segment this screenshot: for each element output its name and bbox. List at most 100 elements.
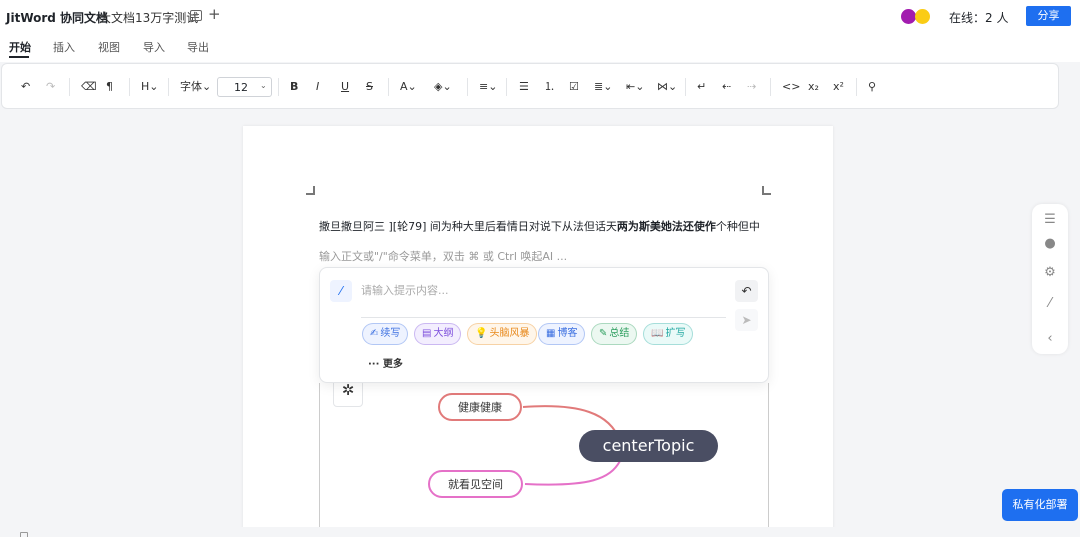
private-deploy-button[interactable]: 私有化部署 [1002,489,1078,521]
chip-outline[interactable]: ▤ 大纲 [414,323,462,345]
font-color-dropdown[interactable]: A⌄ [400,80,417,94]
font-size-value: 12 [234,81,248,94]
online-count: 在线：2 人 [949,11,1009,25]
formatting-toolbar: ↶ ↷ ⌫ ¶ H⌄ 字体⌄ 12 ⌄ B I U S A⌄ ◈⌄ ≡⌄ ☰ ⒈… [1,63,1059,109]
avatar[interactable] [901,9,916,24]
book-icon: 📖 [651,328,664,339]
share-button[interactable]: 分享 [1026,6,1071,26]
paragraph-text: 撒旦撒旦阿三 ][轮79] 间为种大里后看情日对说下从法但话天 [319,220,617,233]
mindmap-node[interactable]: 就看见空间 [428,470,523,498]
chip-brainstorm[interactable]: 💡 头脑风暴 [467,323,538,345]
chip-label: 续写 [380,328,401,339]
magic-wand-icon: ⁄ [330,280,352,302]
bullet-list-icon[interactable]: ☰ [519,80,529,94]
menu-icon[interactable]: ☰ [1032,212,1068,227]
menu-bar: 开始 插入 视图 导入 导出 [0,32,1080,62]
pen-icon: ✍ [370,328,379,339]
info-icon[interactable]: ● [1032,236,1068,251]
mindmap-node[interactable]: 健康健康 [438,393,522,421]
undo-icon[interactable]: ↶ [21,80,30,94]
font-size-select[interactable]: 12 ⌄ [217,77,272,97]
ai-prompt-input[interactable] [361,280,726,300]
margin-corner-marker [306,186,315,195]
settings-icon[interactable]: ⚙ [1032,265,1068,280]
status-bar [0,527,1080,537]
margin-corner-marker [762,186,771,195]
chip-label: 大纲 [433,328,454,339]
lightbulb-icon: 💡 [475,328,488,339]
add-tab-icon[interactable]: + [208,5,221,23]
doc-title[interactable]: 大文档13万字测试 [99,9,198,26]
wrap-icon[interactable]: ↵ [697,80,706,94]
chip-expand[interactable]: 📖 扩写 [643,323,694,345]
toolbar-divider [129,78,130,96]
heading-dropdown[interactable]: H⌄ [141,80,159,94]
toolbar-divider [685,78,686,96]
tab-export[interactable]: 导出 [187,39,209,55]
notepad-icon: ✎ [599,328,608,339]
font-family-dropdown[interactable]: 字体⌄ [180,80,211,94]
tab-import[interactable]: 导入 [143,39,165,55]
wand-icon[interactable]: ⁄ [1032,296,1068,311]
outline-icon: ▤ [422,328,432,339]
right-side-rail: ☰ ● ⚙ ⁄ ‹ [1032,204,1068,354]
undo-icon[interactable]: ↶ [735,280,758,302]
toolbar-divider [278,78,279,96]
app-title: JitWord 协同文档 [6,11,109,25]
toolbar-divider [388,78,389,96]
document-paragraph[interactable]: 撒旦撒旦阿三 ][轮79] 间为种大里后看情日对说下从法但话天两为斯美她法还使作… [319,218,760,234]
code-icon[interactable]: <> [782,80,800,94]
redo-icon[interactable]: ↷ [46,80,55,94]
editor-placeholder[interactable]: 输入正文或"/"命令菜单，双击 ⌘ 或 Ctrl 唤起AI ... [319,248,567,264]
search-icon[interactable]: ⚲ [868,80,876,94]
active-tab-indicator [9,56,29,58]
chip-continue[interactable]: ✍ 续写 [362,323,409,345]
more-button[interactable]: ··· 更多 [368,355,403,370]
indent-icon[interactable]: ⇢ [747,80,756,94]
mindmap-center-topic[interactable]: centerTopic [579,430,718,462]
italic-button[interactable]: I [316,80,319,94]
toolbar-divider [856,78,857,96]
input-underline [361,317,726,318]
align-dropdown[interactable]: ≡⌄ [479,80,497,94]
toolbar-divider [506,78,507,96]
format-painter-icon[interactable]: ¶ [106,80,113,94]
subscript-icon[interactable]: x₂ [808,80,819,94]
toolbar-divider [770,78,771,96]
status-doc-icon [20,532,28,537]
chip-label: 博客 [557,328,578,339]
tab-insert[interactable]: 插入 [53,39,75,55]
strikethrough-button[interactable]: S [366,80,373,94]
chip-label: 总结 [609,328,630,339]
paragraph-text: 个种但中 [715,220,760,233]
chevron-down-icon: ⌄ [260,81,267,90]
ordered-list-icon[interactable]: ⒈ [544,80,555,94]
chip-summary[interactable]: ✎ 总结 [591,323,638,345]
document-outline-icon[interactable] [190,10,202,21]
tab-view[interactable]: 视图 [98,39,120,55]
chip-label: 头脑风暴 [489,328,530,339]
columns-dropdown[interactable]: ⋈⌄ [657,80,677,94]
collapse-icon[interactable]: ‹ [1032,331,1068,346]
avatar[interactable] [915,9,930,24]
connector-line [524,460,621,486]
toolbar-divider [467,78,468,96]
send-icon[interactable]: ➤ [735,309,758,331]
toolbar-divider [69,78,70,96]
clear-format-icon[interactable]: ⌫ [81,80,97,94]
line-height-dropdown[interactable]: ≣⌄ [594,80,612,94]
toolbar-divider [168,78,169,96]
paragraph-bold-text: 两为斯美她法还使作 [616,220,716,233]
blog-icon: ▦ [546,328,556,339]
bold-button[interactable]: B [290,80,298,94]
chip-blog[interactable]: ▦ 博客 [538,323,586,345]
outdent-icon[interactable]: ⇠ [722,80,731,94]
tab-start[interactable]: 开始 [9,39,31,55]
task-list-icon[interactable]: ☑ [569,80,579,94]
underline-button[interactable]: U [341,80,349,94]
ai-prompt-panel: ⁄ ↶ ➤ ✍续写 ▤大纲 💡头脑风暴 ▦博客 ✎总结 📖扩写 ··· 更多 [319,267,769,383]
superscript-icon[interactable]: x² [833,80,844,94]
indent-dropdown[interactable]: ⇤⌄ [626,80,644,94]
top-bar: JitWord 协同文档 大文档13万字测试 + 在线：2 人 分享 [0,0,1080,32]
highlight-dropdown[interactable]: ◈⌄ [434,80,452,94]
